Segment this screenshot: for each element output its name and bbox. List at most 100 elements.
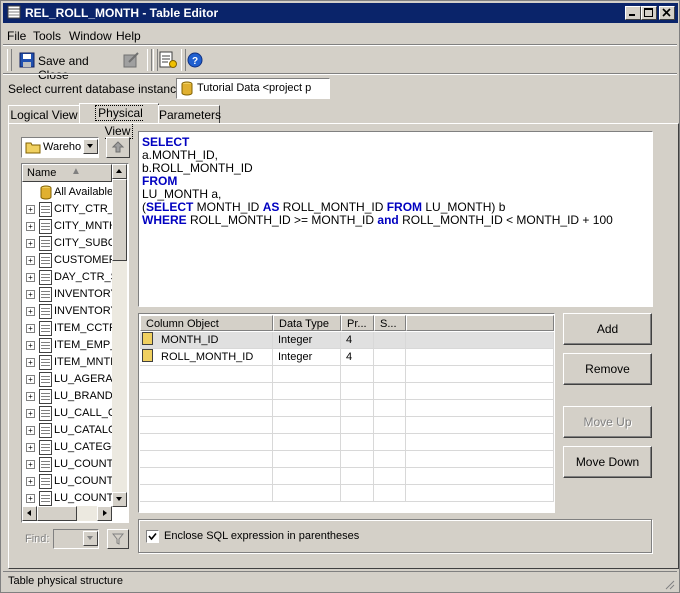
table-icon bbox=[39, 440, 52, 455]
grid-cell bbox=[273, 400, 341, 417]
grid-cell bbox=[406, 468, 554, 485]
grid-cell bbox=[374, 383, 406, 400]
tree-vertical-scrollbar[interactable] bbox=[112, 164, 127, 507]
expand-icon[interactable]: + bbox=[26, 358, 35, 367]
db-instance-select[interactable]: Tutorial Data <project p bbox=[176, 78, 330, 99]
sql-editor[interactable]: SELECT a.MONTH_ID, b.ROLL_MONTH_ID FROM LU_M… bbox=[138, 131, 653, 307]
warehouse-dropdown-button[interactable] bbox=[83, 139, 98, 154]
help-icon[interactable]: ? bbox=[187, 52, 203, 68]
expand-icon[interactable]: + bbox=[26, 307, 35, 316]
grid-cell bbox=[140, 383, 273, 400]
find-input[interactable] bbox=[53, 529, 99, 549]
sql-text-segment: ROLL_MONTH_ID bbox=[279, 200, 387, 214]
column-header-column-object[interactable]: Column Object bbox=[140, 315, 273, 331]
menu-window[interactable]: Window bbox=[69, 29, 112, 43]
cell-value: Integer bbox=[278, 351, 313, 363]
arrow-down-icon bbox=[116, 497, 122, 501]
up-level-button[interactable] bbox=[106, 137, 130, 158]
properties-icon[interactable] bbox=[159, 51, 177, 69]
expand-icon[interactable]: + bbox=[26, 460, 35, 469]
expand-icon[interactable]: + bbox=[26, 375, 35, 384]
tab-parameters[interactable]: Parameters bbox=[158, 105, 221, 124]
expand-icon[interactable]: + bbox=[26, 392, 35, 401]
title-bar[interactable]: REL_ROLL_MONTH - Table Editor bbox=[3, 3, 678, 23]
find-label: Find: bbox=[25, 533, 50, 545]
add-button[interactable]: Add bbox=[563, 313, 652, 345]
table-icon bbox=[39, 338, 52, 353]
scroll-right-button[interactable] bbox=[97, 506, 112, 521]
resize-grip-icon[interactable] bbox=[663, 578, 675, 590]
minimize-button[interactable] bbox=[625, 6, 641, 20]
expand-icon[interactable]: + bbox=[26, 477, 35, 486]
sql-text-segment: LU_MONTH) b bbox=[422, 200, 506, 214]
grid-cell bbox=[406, 383, 554, 400]
edit-icon[interactable] bbox=[123, 52, 139, 68]
find-dropdown-button[interactable] bbox=[83, 531, 98, 546]
table-icon bbox=[39, 321, 52, 336]
grid-cell: 4 bbox=[341, 332, 374, 349]
enclose-checkbox[interactable] bbox=[146, 530, 159, 543]
grid-cell bbox=[341, 434, 374, 451]
grid-cell bbox=[374, 468, 406, 485]
toolbar-separator bbox=[147, 49, 152, 71]
maximize-button[interactable] bbox=[641, 6, 657, 20]
expand-icon[interactable]: + bbox=[26, 290, 35, 299]
expand-icon[interactable]: + bbox=[26, 341, 35, 350]
enclose-label: Enclose SQL expression in parentheses bbox=[164, 530, 360, 542]
expand-icon[interactable]: + bbox=[26, 256, 35, 265]
scroll-down-button[interactable] bbox=[112, 492, 127, 507]
expand-icon[interactable]: + bbox=[26, 324, 35, 333]
tab-logical-view[interactable]: Logical View bbox=[8, 105, 80, 124]
horizontal-scroll-thumb[interactable] bbox=[37, 506, 77, 521]
expand-icon[interactable]: + bbox=[26, 494, 35, 503]
column-header-data-type[interactable]: Data Type bbox=[273, 315, 341, 331]
scroll-up-button[interactable] bbox=[112, 164, 127, 179]
menu-file[interactable]: File bbox=[7, 29, 26, 43]
chevron-down-icon bbox=[87, 144, 93, 148]
sql-line: b.ROLL_MONTH_ID bbox=[142, 162, 613, 175]
grid-cell bbox=[341, 383, 374, 400]
column-grid[interactable]: Column Object Data Type Pr... S... MONTH… bbox=[138, 313, 555, 513]
sql-text-segment: ROLL_MONTH_ID < MONTH_ID + 100 bbox=[398, 213, 613, 227]
grid-cell bbox=[406, 485, 554, 502]
table-icon bbox=[39, 287, 52, 302]
move-down-button[interactable]: Move Down bbox=[563, 446, 652, 478]
column-object-icon bbox=[142, 349, 153, 362]
expand-icon[interactable]: + bbox=[26, 222, 35, 231]
grid-cell bbox=[374, 400, 406, 417]
menu-tools[interactable]: Tools bbox=[33, 29, 61, 43]
scroll-thumb[interactable] bbox=[112, 179, 127, 261]
grid-cell bbox=[140, 485, 273, 502]
scroll-left-button[interactable] bbox=[22, 506, 37, 521]
sql-line: WHERE ROLL_MONTH_ID >= MONTH_ID and ROLL… bbox=[142, 214, 613, 227]
grid-cell bbox=[140, 417, 273, 434]
cell-value: 4 bbox=[346, 351, 353, 363]
expand-icon[interactable]: + bbox=[26, 409, 35, 418]
expand-icon[interactable]: + bbox=[26, 443, 35, 452]
tab-physical-view[interactable]: Physical View bbox=[79, 103, 159, 139]
tree-item-label: ITEM_EMP_ bbox=[54, 339, 117, 351]
filter-button[interactable] bbox=[107, 529, 129, 549]
grid-cell: 4 bbox=[341, 349, 374, 366]
close-window-button[interactable] bbox=[659, 6, 675, 20]
grid-cell bbox=[374, 485, 406, 502]
sql-text-segment: b.ROLL_MONTH_ID bbox=[142, 161, 253, 175]
tree-header[interactable]: Name ▲ bbox=[22, 164, 112, 182]
move-up-button[interactable]: Move Up bbox=[563, 406, 652, 438]
enclose-options-frame: Enclose SQL expression in parentheses bbox=[138, 519, 652, 553]
table-editor-icon bbox=[7, 5, 21, 19]
remove-button[interactable]: Remove bbox=[563, 353, 652, 385]
column-header-scale[interactable]: S... bbox=[374, 315, 406, 331]
column-header-precision[interactable]: Pr... bbox=[341, 315, 374, 331]
tree-horizontal-scrollbar[interactable] bbox=[22, 506, 112, 521]
checkmark-icon bbox=[148, 532, 157, 541]
expand-icon[interactable]: + bbox=[26, 205, 35, 214]
save-and-close-button[interactable]: Save and Close bbox=[17, 50, 117, 82]
sql-keyword: WHERE bbox=[142, 213, 187, 227]
expand-icon[interactable]: + bbox=[26, 273, 35, 282]
expand-icon[interactable]: + bbox=[26, 239, 35, 248]
menu-help[interactable]: Help bbox=[116, 29, 141, 43]
grid-cell bbox=[140, 366, 273, 383]
expand-icon[interactable]: + bbox=[26, 426, 35, 435]
warehouse-select[interactable]: Wareho bbox=[21, 137, 99, 158]
